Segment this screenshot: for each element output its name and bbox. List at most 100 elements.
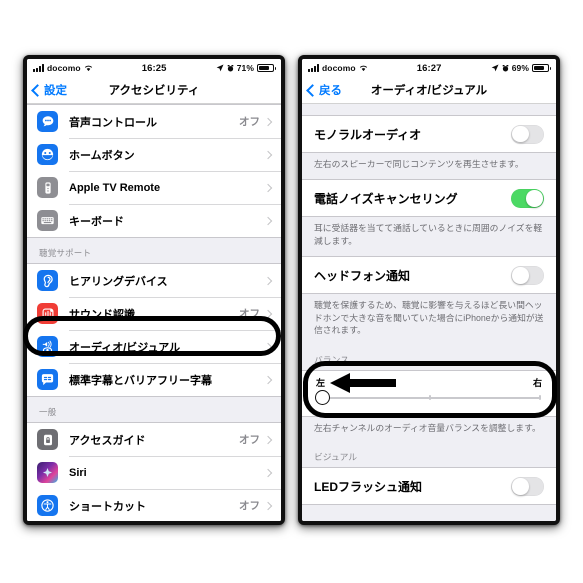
chevron-right-icon	[263, 117, 273, 126]
balance-footnote: 左右チャンネルのオーディオ音量バランスを調整します。	[314, 422, 541, 433]
chevron-right-icon	[263, 501, 273, 510]
wifi-icon	[359, 65, 367, 72]
list-item-subtitles-captioning[interactable]: 標準字幕とバリアフリー字幕	[27, 363, 281, 396]
list-item-label: Siri	[69, 466, 87, 479]
list-item-siri[interactable]: Siri	[27, 456, 281, 489]
guided-access-icon	[37, 429, 58, 450]
balance-endpoints: 左 右	[316, 376, 542, 389]
list-item-hearing-devices[interactable]: ヒアリングデバイス	[27, 264, 281, 297]
list-item-label: サウンド認識	[69, 308, 135, 321]
battery-icon	[257, 64, 276, 72]
noise-cancel-footnote: 耳に受話器を当てて通話しているときに周囲のノイズを軽減します。	[314, 223, 543, 246]
section-label-balance: バランス	[314, 354, 350, 365]
back-button-label: 戻る	[319, 85, 342, 97]
siri-icon	[37, 462, 58, 483]
list-item-guided-access[interactable]: アクセスガイド オフ	[27, 423, 281, 456]
list-item-apple-tv-remote[interactable]: Apple TV Remote	[27, 171, 281, 204]
carrier-label: docomo	[322, 63, 356, 73]
slider-tick-center	[429, 394, 431, 400]
noise-cancel-toggle[interactable]	[511, 188, 544, 208]
back-button-settings[interactable]: 設定	[31, 82, 67, 98]
top-spacer	[302, 104, 556, 115]
toggle-knob	[526, 190, 543, 207]
balance-slider-cell[interactable]: 左 右	[302, 369, 556, 417]
section-label-visual: ビジュアル	[314, 452, 358, 463]
slider-tick-right	[539, 394, 541, 400]
status-left-cluster: docomo	[308, 63, 368, 73]
chevron-left-icon	[31, 83, 44, 97]
setting-label: ヘッドフォン通知	[314, 268, 411, 283]
slider-handle[interactable]	[315, 390, 330, 406]
right-status-bar: docomo 16:27 69%	[302, 59, 556, 77]
list-item-keyboard[interactable]: キーボード	[27, 204, 281, 237]
list-item-voice-control[interactable]: 音声コントロール オフ	[27, 105, 281, 138]
list-item-sound-recognition[interactable]: サウンド認識 オフ	[27, 297, 281, 330]
alarm-clock-icon	[227, 64, 233, 71]
list-item-label: 音声コントロール	[69, 116, 157, 129]
location-arrow-icon	[491, 64, 499, 72]
setting-label: 電話ノイズキャンセリング	[314, 191, 458, 206]
subtitles-icon	[37, 369, 58, 390]
left-screen-scroll[interactable]: 音声コントロール オフ ホームボタン Apple TV Remote キーボード…	[27, 104, 281, 521]
clock-label: 16:27	[416, 62, 442, 74]
group-header-hearing: 聴覚サポート	[39, 248, 92, 258]
setting-label: LEDフラッシュ通知	[314, 479, 423, 494]
list-item-label: ショートカット	[69, 500, 146, 513]
right-screen-scroll[interactable]: モノラルオーディオ 左右のスピーカーで同じコンテンツを再生させます。 電話ノイズ…	[302, 104, 556, 521]
list-item-value: オフ	[239, 434, 260, 446]
balance-slider[interactable]	[315, 390, 542, 406]
apple-tv-remote-icon	[37, 177, 58, 198]
mono-audio-footnote: 左右のスピーカーで同じコンテンツを再生させます。	[314, 159, 524, 169]
chevron-right-icon	[263, 276, 273, 285]
signal-bars-icon	[308, 64, 319, 72]
back-button[interactable]: 戻る	[306, 82, 342, 98]
list-group-top: 音声コントロール オフ ホームボタン Apple TV Remote キーボード	[27, 104, 281, 238]
headphone-notify-footnote: 聴覚を保護するため、聴覚に影響を与えるほど長い間ヘッドホンで大きな音を聞いていた…	[314, 300, 544, 336]
left-nav-bar: 設定 アクセシビリティ	[27, 77, 281, 104]
wifi-icon	[84, 65, 92, 72]
clock-label: 16:25	[141, 62, 167, 74]
list-item-label: ホームボタン	[69, 149, 135, 162]
screenshot-stage: docomo 16:25 71% 設定 アクセシビリティ 音声コントロール オフ…	[0, 0, 583, 583]
list-item-accessibility-shortcut[interactable]: ショートカット オフ	[27, 489, 281, 521]
chevron-right-icon	[263, 375, 273, 384]
list-item-home-button[interactable]: ホームボタン	[27, 138, 281, 171]
left-phone-frame: docomo 16:25 71% 設定 アクセシビリティ 音声コントロール オフ…	[23, 55, 285, 525]
signal-bars-icon	[33, 64, 44, 72]
alarm-clock-icon	[502, 64, 508, 71]
chevron-right-icon	[263, 150, 273, 159]
setting-row-mono-audio[interactable]: モノラルオーディオ	[302, 115, 556, 153]
ear-icon	[37, 270, 58, 291]
setting-row-noise-cancel[interactable]: 電話ノイズキャンセリング	[302, 179, 556, 218]
right-nav-bar: 戻る オーディオ/ビジュアル	[302, 77, 556, 104]
accessibility-shortcut-icon	[37, 495, 58, 516]
list-item-label: Apple TV Remote	[69, 181, 161, 194]
led-flash-toggle[interactable]	[511, 476, 544, 496]
toggle-knob	[512, 267, 529, 284]
chevron-right-icon	[263, 216, 273, 225]
list-group-general: アクセスガイド オフ Siri ショートカット オフ	[27, 422, 281, 521]
list-item-value: オフ	[239, 308, 260, 320]
battery-percent-label: 71%	[236, 63, 254, 73]
list-item-label: 標準字幕とバリアフリー字幕	[69, 374, 212, 387]
audio-visual-icon	[37, 336, 58, 357]
balance-right-label: 右	[532, 377, 542, 388]
right-phone-frame: docomo 16:27 69% 戻る オーディオ/ビジュアル モノラルオーディ…	[298, 55, 560, 525]
mono-audio-toggle[interactable]	[511, 124, 544, 144]
list-item-label: アクセスガイド	[69, 434, 146, 447]
setting-row-headphone-notify[interactable]: ヘッドフォン通知	[302, 256, 556, 295]
chevron-right-icon	[263, 183, 273, 192]
setting-row-led-flash[interactable]: LEDフラッシュ通知	[302, 467, 556, 506]
carrier-label: docomo	[47, 63, 81, 73]
status-left-cluster: docomo	[33, 63, 93, 73]
headphone-notify-toggle[interactable]	[511, 265, 544, 285]
list-item-audio-visual[interactable]: オーディオ/ビジュアル	[27, 330, 281, 363]
chevron-left-icon	[306, 83, 319, 97]
list-item-label: キーボード	[69, 215, 124, 228]
voice-control-icon	[37, 111, 58, 132]
chevron-right-icon	[263, 468, 273, 477]
list-item-value: オフ	[239, 500, 260, 512]
chevron-right-icon	[263, 309, 273, 318]
chevron-right-icon	[263, 342, 273, 351]
list-item-label: ヒアリングデバイス	[69, 275, 168, 288]
